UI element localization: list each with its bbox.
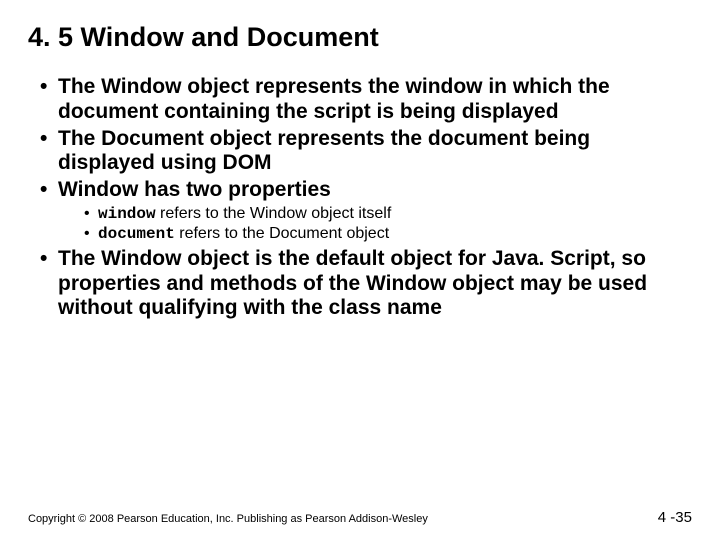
- bullet-item: The Document object represents the docum…: [40, 127, 692, 177]
- sub-bullet-item: window refers to the Window object itsel…: [84, 204, 692, 224]
- code-text: window: [98, 205, 156, 223]
- sub-bullet-list: window refers to the Window object itsel…: [58, 204, 692, 245]
- slide-title: 4. 5 Window and Document: [28, 22, 692, 53]
- copyright-text: Copyright © 2008 Pearson Education, Inc.…: [28, 513, 428, 525]
- page-number: 4 -35: [658, 509, 692, 526]
- main-bullet-list: The Window object represents the window …: [28, 75, 692, 321]
- bullet-item: The Window object is the default object …: [40, 247, 692, 321]
- sub-bullet-text: refers to the Document object: [175, 225, 389, 242]
- sub-bullet-text: refers to the Window object itself: [156, 205, 392, 222]
- bullet-text: Window has two properties: [58, 178, 331, 201]
- bullet-item: Window has two properties window refers …: [40, 178, 692, 245]
- code-text: document: [98, 225, 175, 243]
- slide-footer: Copyright © 2008 Pearson Education, Inc.…: [28, 509, 692, 526]
- sub-bullet-item: document refers to the Document object: [84, 224, 692, 244]
- bullet-item: The Window object represents the window …: [40, 75, 692, 125]
